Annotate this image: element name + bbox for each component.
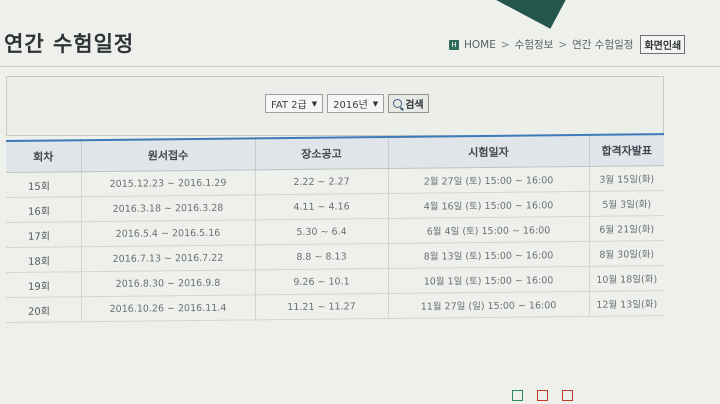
cell-results: 6월 21일(화) [589, 215, 664, 242]
cell-results: 8월 30일(화) [589, 240, 664, 267]
cell-results: 3월 15일(화) [589, 165, 664, 192]
cell-venue-notice: 4.11 ~ 4.16 [255, 193, 388, 220]
col-header-exam-date: 시험일자 [388, 134, 589, 169]
exam-grade-select[interactable]: FAT 2급 ▼ [265, 94, 324, 113]
cell-results: 10월 18일(화) [589, 265, 664, 292]
breadcrumb-exam-info[interactable]: 수험정보 [515, 37, 554, 52]
year-select[interactable]: 2016년 ▼ [327, 94, 385, 113]
cell-exam-date: 10월 1일 (토) 15:00 ~ 16:00 [388, 266, 589, 294]
cell-venue-notice: 11.21 ~ 11.27 [255, 293, 388, 320]
cell-exam-date: 6월 4일 (토) 15:00 ~ 16:00 [388, 216, 589, 244]
cell-round: 20회 [6, 296, 81, 323]
corner-decoration [488, 0, 572, 29]
col-header-application: 원서접수 [81, 138, 255, 172]
footer-square-icon [562, 390, 573, 401]
cell-round: 15회 [6, 171, 81, 198]
cell-application: 2016.3.18 ~ 2016.3.28 [81, 194, 255, 222]
chevron-right-icon: > [500, 38, 510, 51]
dropdown-caret-icon: ▼ [311, 99, 318, 108]
breadcrumb: H HOME > 수험정보 > 연간 수험일정 화면인쇄 [449, 35, 686, 54]
exam-grade-value: FAT 2급 [271, 100, 307, 111]
cell-round: 18회 [6, 246, 81, 273]
schedule-table: 회차 원서접수 장소공고 시험일자 합격자발표 15회 2015.12.23 ~… [6, 133, 664, 323]
print-screen-button[interactable]: 화면인쇄 [640, 35, 686, 54]
cell-venue-notice: 5.30 ~ 6.4 [255, 218, 388, 245]
cell-application: 2015.12.23 ~ 2016.1.29 [81, 169, 255, 197]
cell-exam-date: 2월 27일 (토) 15:00 ~ 16:00 [388, 166, 589, 194]
year-value: 2016년 [333, 100, 368, 111]
cell-application: 2016.8.30 ~ 2016.9.8 [81, 269, 255, 297]
footer-link[interactable] [512, 390, 523, 401]
breadcrumb-home[interactable]: HOME [464, 39, 496, 51]
search-controls: FAT 2급 ▼ 2016년 ▼ 검색 [265, 94, 429, 113]
chevron-right-icon: > [558, 38, 568, 51]
search-button[interactable]: 검색 [388, 94, 429, 113]
cell-round: 17회 [6, 221, 81, 248]
cell-venue-notice: 2.22 ~ 2.27 [255, 168, 388, 195]
col-header-venue-notice: 장소공고 [255, 136, 388, 170]
cell-exam-date: 4월 16일 (토) 15:00 ~ 16:00 [388, 191, 589, 219]
cell-results: 12월 13일(화) [589, 290, 664, 317]
dropdown-caret-icon: ▼ [372, 99, 379, 108]
cell-round: 19회 [6, 271, 81, 298]
col-header-round: 회차 [6, 140, 81, 173]
footer-square-icon [537, 390, 548, 401]
search-panel: FAT 2급 ▼ 2016년 ▼ 검색 [6, 76, 664, 136]
search-button-label: 검색 [405, 100, 424, 111]
footer-link[interactable] [562, 390, 573, 401]
search-icon [393, 99, 403, 108]
schedule-table-container: 회차 원서접수 장소공고 시험일자 합격자발표 15회 2015.12.23 ~… [6, 133, 664, 323]
page-title: 연간 수험일정 [4, 32, 135, 56]
cell-application: 2016.10.26 ~ 2016.11.4 [81, 294, 255, 322]
footer-square-icon [512, 390, 523, 401]
cell-results: 5월 3일(화) [589, 190, 664, 217]
footer-link[interactable] [537, 390, 548, 401]
cell-round: 16회 [6, 196, 81, 223]
cell-venue-notice: 8.8 ~ 8.13 [255, 243, 388, 270]
cell-application: 2016.5.4 ~ 2016.5.16 [81, 219, 255, 247]
cell-exam-date: 8월 13일 (토) 15:00 ~ 16:00 [388, 241, 589, 269]
cell-venue-notice: 9.26 ~ 10.1 [255, 268, 388, 295]
title-divider [0, 66, 720, 67]
home-icon[interactable]: H [449, 39, 459, 50]
cell-exam-date: 11월 27일 (일) 15:00 ~ 16:00 [388, 291, 589, 319]
footer-icons [512, 390, 573, 401]
breadcrumb-annual-schedule[interactable]: 연간 수험일정 [572, 37, 633, 52]
cell-application: 2016.7.13 ~ 2016.7.22 [81, 244, 255, 272]
col-header-results: 합격자발표 [589, 134, 664, 167]
